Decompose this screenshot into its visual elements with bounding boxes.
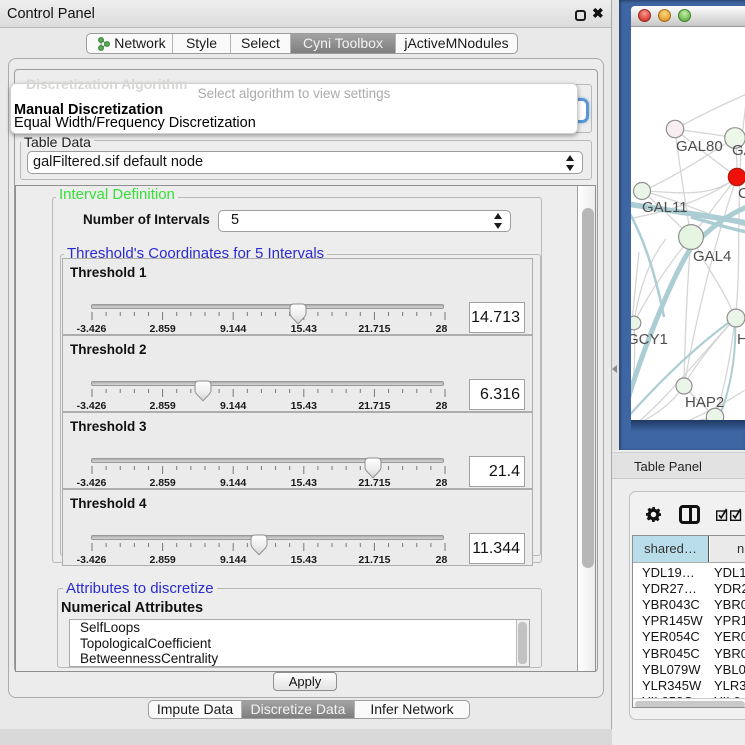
svg-text:HAP2: HAP2	[685, 394, 724, 411]
svg-text:GAL4: GAL4	[693, 248, 731, 265]
svg-text:C: C	[738, 185, 745, 202]
svg-text:GAL80: GAL80	[676, 138, 723, 155]
svg-text:H: H	[737, 331, 745, 348]
svg-text:GA: GA	[732, 142, 745, 159]
svg-text:GCY1: GCY1	[631, 331, 668, 348]
svg-text:GAL11: GAL11	[642, 199, 688, 216]
